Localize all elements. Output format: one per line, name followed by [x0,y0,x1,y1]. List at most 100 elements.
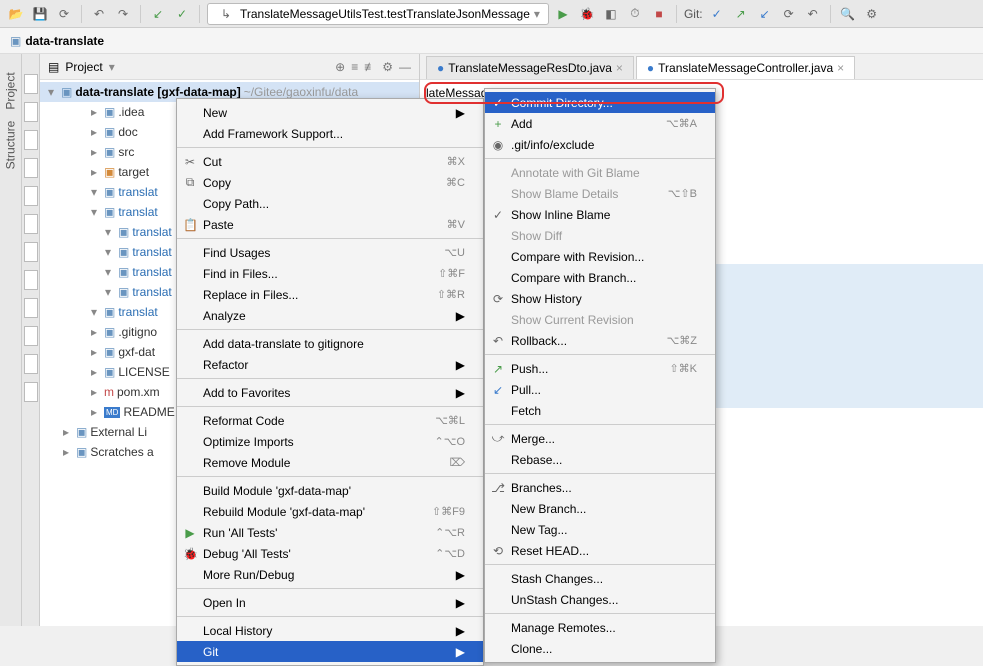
menu-item[interactable]: ⎇Branches... [485,477,715,498]
settings-icon[interactable]: ⚙ [862,4,882,24]
menu-item[interactable]: ◉.git/info/exclude [485,134,715,155]
search-icon[interactable]: 🔍 [838,4,858,24]
debug-icon[interactable]: 🐞 [577,4,597,24]
menu-item[interactable]: Compare with Branch... [485,267,715,288]
commit-icon[interactable]: ✓ [172,4,192,24]
locate-icon[interactable]: ⊕ [335,60,345,74]
git-push-icon[interactable]: ↗ [731,4,751,24]
menu-item[interactable]: Remove Module⌦ [177,452,483,473]
menu-item[interactable]: Find Usages⌥U [177,242,483,263]
thumb[interactable] [24,158,38,178]
save-icon[interactable]: 💾 [30,4,50,24]
menu-item[interactable]: New Tag... [485,519,715,540]
menu-item[interactable]: Optimize Imports⌃⌥O [177,431,483,452]
git-history-icon[interactable]: ⟳ [779,4,799,24]
git-pull-icon[interactable]: ↙ [755,4,775,24]
menu-item[interactable]: More Run/Debug▶ [177,564,483,585]
refresh-icon[interactable]: ⟳ [54,4,74,24]
menu-item[interactable]: ⤻Merge... [485,428,715,449]
collapse-icon[interactable]: ≢ [364,60,376,74]
menu-item[interactable]: Compare with Revision... [485,246,715,267]
menu-item[interactable]: ⟲Reset HEAD... [485,540,715,561]
menu-item[interactable]: Add data-translate to gitignore [177,333,483,354]
menu-item[interactable]: Add to Favorites▶ [177,382,483,403]
menu-item: Annotate with Git Blame [485,162,715,183]
menu-item[interactable]: Reformat Code⌥⌘L [177,410,483,431]
main-toolbar: 📂 💾 ⟳ ↶ ↷ ↙ ✓ ↳ TranslateMessageUtilsTes… [0,0,983,28]
hide-icon[interactable]: — [399,60,411,74]
thumb[interactable] [24,130,38,150]
thumb[interactable] [24,74,38,94]
menu-item[interactable]: Git▶ [177,641,483,662]
close-icon[interactable]: × [616,61,623,75]
thumb[interactable] [24,354,38,374]
menu-item: Show Current Revision [485,309,715,330]
menu-item[interactable]: Find in Files...⇧⌘F [177,263,483,284]
git-branch-icon[interactable]: ✓ [707,4,727,24]
thumb[interactable] [24,242,38,262]
gear-icon[interactable]: ⚙ [382,60,393,74]
stop-icon[interactable]: ■ [649,4,669,24]
open-icon[interactable]: 📂 [6,4,26,24]
menu-item[interactable]: 📋Paste⌘V [177,214,483,235]
menu-item[interactable]: Analyze▶ [177,305,483,326]
menu-item[interactable]: +Add⌥⌘A [485,113,715,134]
run-config-label: TranslateMessageUtilsTest.testTranslateJ… [240,7,530,21]
menu-item[interactable]: ✓Show Inline Blame [485,204,715,225]
menu-item[interactable]: Rebase... [485,449,715,470]
menu-item[interactable]: Add Framework Support... [177,123,483,144]
breadcrumb-project[interactable]: data-translate [25,34,104,48]
menu-item[interactable]: Local History▶ [177,620,483,641]
expand-icon[interactable]: ≡ [351,60,358,74]
menu-item[interactable]: New▶ [177,102,483,123]
redo-icon[interactable]: ↷ [113,4,133,24]
menu-item[interactable]: Fetch [485,400,715,421]
tab-structure[interactable]: Structure [4,121,18,170]
context-menu-main[interactable]: New▶Add Framework Support... ✂Cut⌘X⧉Copy⌘… [176,98,484,666]
menu-item[interactable]: Clone... [485,638,715,659]
menu-item[interactable]: ✓Commit Directory... [485,92,715,113]
menu-item[interactable]: Manage Remotes... [485,617,715,638]
thumb[interactable] [24,382,38,402]
menu-item[interactable]: Rebuild Module 'gxf-data-map'⇧⌘F9 [177,501,483,522]
editor-tabs: ●TranslateMessageResDto.java×●TranslateM… [420,54,983,80]
folder-icon: ▣ [10,34,21,48]
menu-item[interactable]: New Branch... [485,498,715,519]
menu-item[interactable]: ↙Pull... [485,379,715,400]
menu-item[interactable]: Stash Changes... [485,568,715,589]
update-icon[interactable]: ↙ [148,4,168,24]
menu-item[interactable]: Replace in Files...⇧⌘R [177,284,483,305]
git-rollback-icon[interactable]: ↶ [803,4,823,24]
menu-item[interactable]: ⧉Copy⌘C [177,172,483,193]
thumb[interactable] [24,102,38,122]
thumb[interactable] [24,186,38,206]
thumb[interactable] [24,270,38,290]
menu-item[interactable]: ▶Run 'All Tests'⌃⌥R [177,522,483,543]
menu-item[interactable]: Open In▶ [177,592,483,613]
run-arrow-icon: ↳ [216,4,236,24]
menu-item[interactable]: ✂Cut⌘X [177,151,483,172]
menu-item[interactable]: Refactor▶ [177,354,483,375]
run-icon[interactable]: ▶ [553,4,573,24]
thumb[interactable] [24,326,38,346]
editor-tab[interactable]: ●TranslateMessageController.java× [636,56,855,79]
context-menu-git[interactable]: ✓Commit Directory...+Add⌥⌘A◉.git/info/ex… [484,88,716,663]
menu-item[interactable]: ↗Push...⇧⌘K [485,358,715,379]
undo-icon[interactable]: ↶ [89,4,109,24]
menu-item[interactable]: ↶Rollback...⌥⌘Z [485,330,715,351]
run-config-select[interactable]: ↳ TranslateMessageUtilsTest.testTranslat… [207,3,549,25]
coverage-icon[interactable]: ◧ [601,4,621,24]
menu-item[interactable]: UnStash Changes... [485,589,715,610]
profile-icon[interactable]: ⏱ [625,4,645,24]
thumb[interactable] [24,214,38,234]
thumb[interactable] [24,298,38,318]
menu-item[interactable]: 🐞Debug 'All Tests'⌃⌥D [177,543,483,564]
project-title[interactable]: Project [65,60,102,74]
tab-project[interactable]: Project [4,72,18,109]
close-icon[interactable]: × [837,61,844,75]
menu-item: Show Blame Details⌥⇧B [485,183,715,204]
menu-item[interactable]: Copy Path... [177,193,483,214]
menu-item[interactable]: Build Module 'gxf-data-map' [177,480,483,501]
menu-item[interactable]: ⟳Show History [485,288,715,309]
editor-tab[interactable]: ●TranslateMessageResDto.java× [426,56,634,79]
